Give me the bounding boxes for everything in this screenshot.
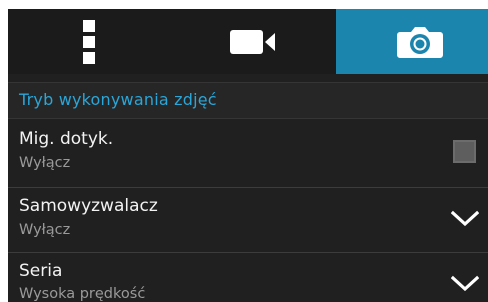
video-camera-icon xyxy=(229,29,275,54)
more-vertical-icon xyxy=(82,19,95,64)
camera-settings-screen: Tryb wykonywania zdjęć Mig. dotyk. Wyłąc… xyxy=(0,0,488,302)
settings-tab-bar xyxy=(8,9,488,74)
tab-more[interactable] xyxy=(8,9,171,74)
chevron-down-icon[interactable] xyxy=(451,210,479,228)
setting-title: Samowyzwalacz xyxy=(19,196,158,216)
tab-video[interactable] xyxy=(171,9,336,74)
settings-panel: Tryb wykonywania zdjęć Mig. dotyk. Wyłąc… xyxy=(8,9,488,302)
setting-touch-flash[interactable]: Mig. dotyk. Wyłącz xyxy=(8,119,488,187)
touch-flash-checkbox[interactable] xyxy=(453,140,476,163)
chevron-down-icon[interactable] xyxy=(451,275,479,293)
setting-title: Mig. dotyk. xyxy=(19,129,114,149)
setting-title: Seria xyxy=(19,261,63,281)
setting-value: Wysoka prędkość xyxy=(19,286,146,302)
setting-value: Wyłącz xyxy=(19,155,71,171)
camera-icon xyxy=(396,26,443,58)
tab-camera[interactable] xyxy=(336,9,488,74)
section-header: Tryb wykonywania zdjęć xyxy=(8,82,488,119)
section-title: Tryb wykonywania zdjęć xyxy=(19,90,217,109)
setting-self-timer[interactable]: Samowyzwalacz Wyłącz xyxy=(8,187,488,252)
setting-burst[interactable]: Seria Wysoka prędkość xyxy=(8,252,488,302)
setting-value: Wyłącz xyxy=(19,222,71,238)
